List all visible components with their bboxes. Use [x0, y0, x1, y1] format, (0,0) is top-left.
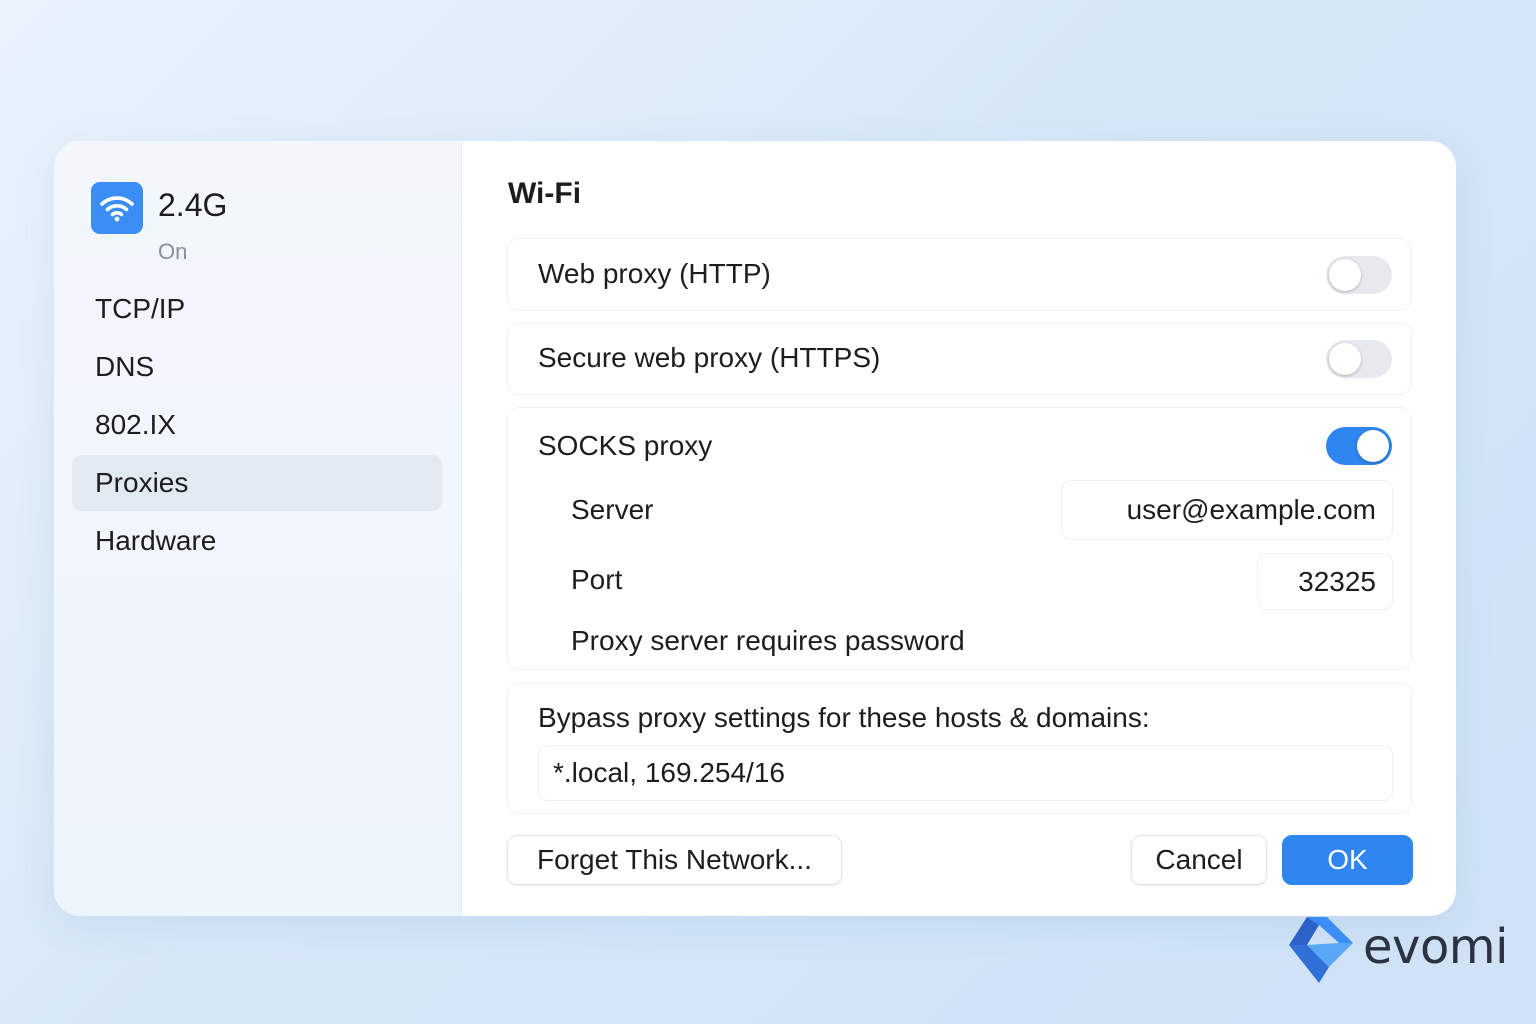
- socks-proxy-section: SOCKS proxy Server Port Proxy server req…: [507, 407, 1412, 670]
- sidebar-item-label: Proxies: [95, 467, 189, 498]
- sidebar-item-hardware[interactable]: Hardware: [72, 513, 442, 569]
- network-status: On: [158, 239, 188, 264]
- socks-proxy-label: SOCKS proxy: [538, 430, 713, 461]
- secure-web-proxy-label: Secure web proxy (HTTPS): [538, 342, 881, 373]
- sidebar-nav: TCP/IP DNS 802.IX Proxies Hardware: [72, 281, 442, 571]
- toggle-knob: [1329, 343, 1361, 375]
- forget-network-button[interactable]: Forget This Network...: [507, 835, 842, 885]
- main-content: Wi-Fi Web proxy (HTTP) Secure web proxy …: [462, 141, 1456, 916]
- wifi-icon: [91, 182, 143, 234]
- web-proxy-row: Web proxy (HTTP): [507, 238, 1412, 311]
- evomi-logo-icon: [1289, 917, 1353, 983]
- sidebar-item-dns[interactable]: DNS: [72, 339, 442, 395]
- sidebar-item-8021x[interactable]: 802.IX: [72, 397, 442, 453]
- sidebar-item-proxies[interactable]: Proxies: [72, 455, 442, 511]
- server-input[interactable]: [1061, 480, 1393, 540]
- socks-proxy-toggle[interactable]: [1326, 427, 1392, 465]
- toggle-knob: [1329, 259, 1361, 291]
- cancel-button[interactable]: Cancel: [1131, 835, 1267, 885]
- server-label: Server: [571, 494, 654, 525]
- web-proxy-toggle[interactable]: [1326, 256, 1392, 294]
- bypass-label: Bypass proxy settings for these hosts & …: [538, 702, 1150, 733]
- web-proxy-label: Web proxy (HTTP): [538, 258, 771, 289]
- brand-logo: evomi: [1283, 913, 1513, 988]
- sidebar-item-label: 802.IX: [95, 409, 176, 440]
- toggle-knob: [1357, 430, 1389, 462]
- sidebar-item-label: Hardware: [95, 525, 217, 556]
- brand-name: evomi: [1363, 919, 1508, 975]
- page-title: Wi-Fi: [508, 177, 582, 210]
- ok-button[interactable]: OK: [1282, 835, 1413, 885]
- network-name: 2.4G: [158, 187, 228, 223]
- port-label: Port: [571, 564, 623, 595]
- sidebar: 2.4G On TCP/IP DNS 802.IX Proxies Hardwa…: [54, 141, 462, 916]
- sidebar-item-label: TCP/IP: [95, 293, 186, 324]
- port-input[interactable]: [1257, 553, 1393, 610]
- network-settings-dialog: 2.4G On TCP/IP DNS 802.IX Proxies Hardwa…: [54, 141, 1456, 916]
- secure-web-proxy-row: Secure web proxy (HTTPS): [507, 323, 1412, 395]
- sidebar-item-tcpip[interactable]: TCP/IP: [72, 281, 442, 337]
- password-required-label[interactable]: Proxy server requires password: [571, 625, 965, 657]
- bypass-section: Bypass proxy settings for these hosts & …: [507, 683, 1412, 814]
- sidebar-item-label: DNS: [95, 351, 155, 382]
- secure-web-proxy-toggle[interactable]: [1326, 340, 1392, 378]
- bypass-hosts-input[interactable]: [538, 745, 1393, 801]
